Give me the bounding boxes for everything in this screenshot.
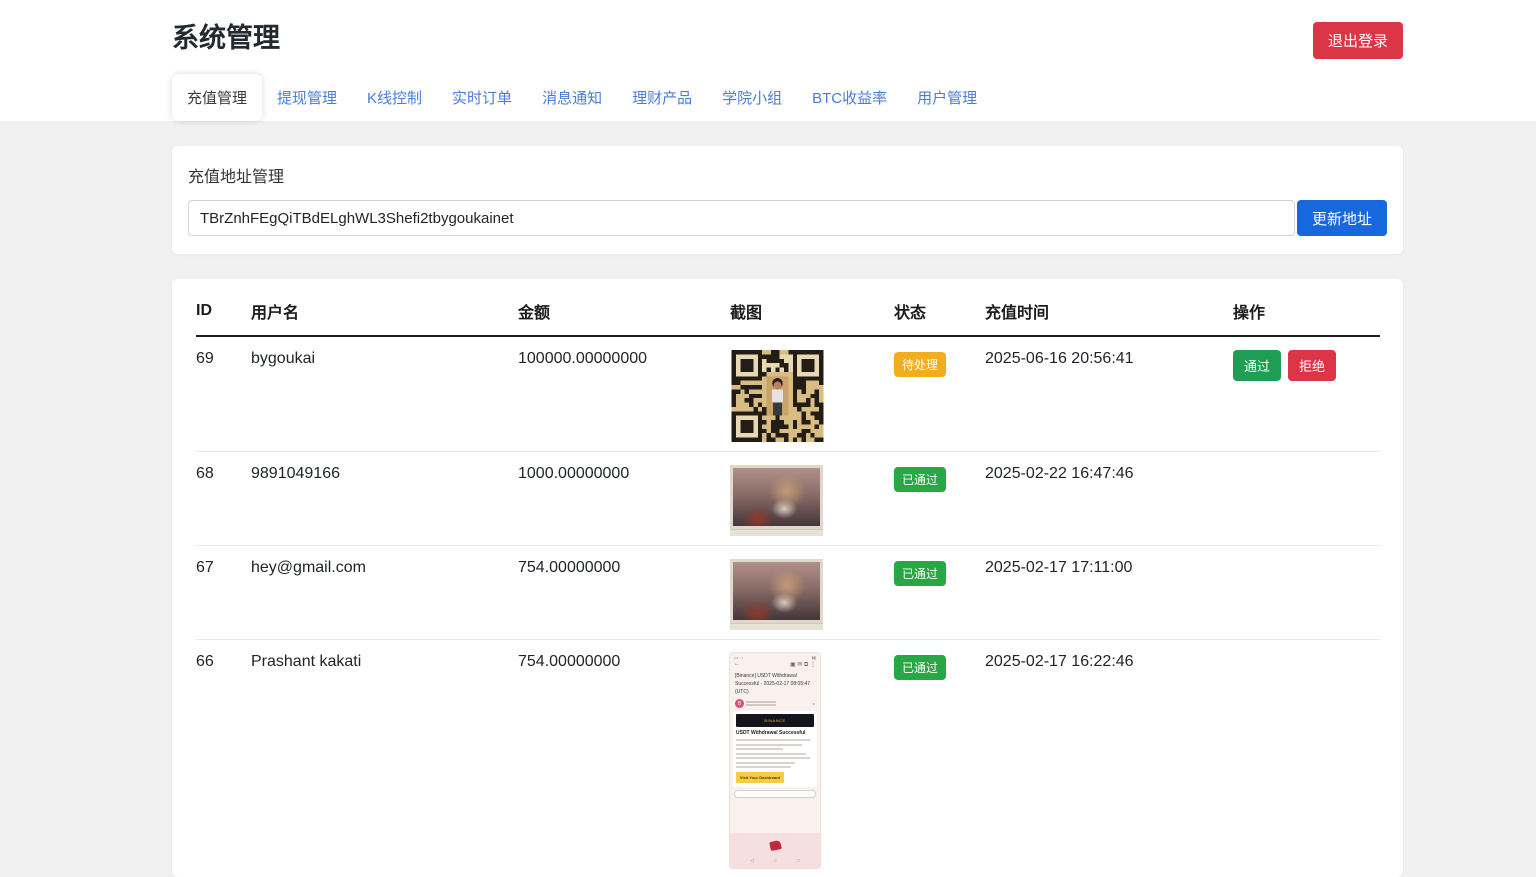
cell-screenshot	[730, 452, 894, 546]
email-subject: [Binance] USDT Withdrawal Successful - 2…	[730, 671, 820, 697]
cell-amount: 1000.00000000	[518, 452, 730, 546]
table-row: 67hey@gmail.com754.00000000 已通过 2025-02-17…	[196, 546, 1380, 640]
tab-3[interactable]: 实时订单	[437, 74, 527, 121]
col-username: 用户名	[251, 281, 518, 336]
email-body: BINANCE USDT Withdrawal Successful Visit…	[733, 711, 817, 787]
email-sender-row: B ▸	[730, 697, 820, 711]
table-row: 66Prashant kakati754.00000000 ••• ◦ •▮▮ …	[196, 640, 1380, 877]
deposit-address-card: 充值地址管理 更新地址	[172, 146, 1403, 254]
table-row: 6898910491661000.00000000 已通过 2025-02-22 1…	[196, 452, 1380, 546]
status-badge: 已通过	[894, 467, 946, 492]
cell-status: 已通过	[894, 452, 985, 546]
cell-actions	[1233, 546, 1380, 640]
cell-screenshot	[730, 336, 894, 452]
photo-screenshot[interactable]	[730, 559, 823, 630]
cell-id: 66	[196, 640, 251, 877]
cell-screenshot	[730, 546, 894, 640]
email-heading: USDT Withdrawal Successful	[736, 730, 814, 736]
photo-screenshot[interactable]	[730, 465, 823, 536]
page-header: 系统管理 退出登录 充值管理提现管理K线控制实时订单消息通知理财产品学院小组BT…	[0, 0, 1536, 121]
cell-amount: 754.00000000	[518, 640, 730, 877]
sender-avatar: B	[735, 699, 744, 708]
cell-username: bygoukai	[251, 336, 518, 452]
col-status: 状态	[894, 281, 985, 336]
table-row: 69bygoukai100000.00000000 待处理 2025-06-16 2…	[196, 336, 1380, 452]
cell-id: 69	[196, 336, 251, 452]
update-address-button[interactable]: 更新地址	[1297, 200, 1387, 236]
cell-time: 2025-02-17 16:22:46	[985, 640, 1233, 877]
cell-amount: 100000.00000000	[518, 336, 730, 452]
tab-8[interactable]: 用户管理	[902, 74, 992, 121]
cell-id: 67	[196, 546, 251, 640]
col-id: ID	[196, 281, 251, 336]
qr-code-screenshot[interactable]	[730, 350, 825, 442]
cell-time: 2025-02-22 16:47:46	[985, 452, 1233, 546]
logout-button[interactable]: 退出登录	[1313, 22, 1403, 59]
cell-time: 2025-02-17 17:11:00	[985, 546, 1233, 640]
tab-0[interactable]: 充值管理	[172, 74, 262, 121]
thumbs-up-icon	[769, 840, 782, 851]
android-nav-bar: ◁○□	[730, 855, 820, 865]
main-content: 充值地址管理 更新地址 ID用户名金额截图状态充值时间操作 69bygoukai…	[172, 146, 1403, 877]
back-icon: ←	[734, 661, 740, 669]
cell-screenshot: ••• ◦ •▮▮ ←▣ ✉ ⧉ ⋮ [Binance] USDT Withdr…	[730, 640, 894, 877]
col-amount: 金额	[518, 281, 730, 336]
phone-status-bar: ••• ◦ •▮▮	[730, 653, 820, 660]
cell-actions	[1233, 452, 1380, 546]
tab-bar: 充值管理提现管理K线控制实时订单消息通知理财产品学院小组BTC收益率用户管理	[172, 74, 992, 121]
tab-2[interactable]: K线控制	[352, 74, 437, 121]
cell-id: 68	[196, 452, 251, 546]
col-screenshot: 截图	[730, 281, 894, 336]
address-card-title: 充值地址管理	[188, 163, 1387, 187]
cell-status: 已通过	[894, 546, 985, 640]
cell-status: 已通过	[894, 640, 985, 877]
tab-1[interactable]: 提现管理	[262, 74, 352, 121]
table-header-row: ID用户名金额截图状态充值时间操作	[196, 281, 1380, 336]
tab-5[interactable]: 理财产品	[617, 74, 707, 121]
cell-actions	[1233, 640, 1380, 877]
approve-button[interactable]: 通过	[1233, 350, 1281, 381]
tab-4[interactable]: 消息通知	[527, 74, 617, 121]
status-badge: 待处理	[894, 352, 946, 377]
tab-6[interactable]: 学院小组	[707, 74, 797, 121]
cell-amount: 754.00000000	[518, 546, 730, 640]
status-badge: 已通过	[894, 655, 946, 680]
dashboard-button: Visit Your Dashboard	[736, 772, 784, 783]
tab-7[interactable]: BTC收益率	[797, 74, 902, 121]
phone-screenshot[interactable]: ••• ◦ •▮▮ ←▣ ✉ ⧉ ⋮ [Binance] USDT Withdr…	[730, 653, 820, 868]
cell-username: hey@gmail.com	[251, 546, 518, 640]
phone-footer: ◁○□	[730, 833, 820, 868]
cell-username: Prashant kakati	[251, 640, 518, 877]
cell-actions: 通过拒绝	[1233, 336, 1380, 452]
deposit-address-input[interactable]	[188, 200, 1295, 236]
reject-button[interactable]: 拒绝	[1288, 350, 1336, 381]
status-badge: 已通过	[894, 561, 946, 586]
col-time: 充值时间	[985, 281, 1233, 336]
cell-username: 9891049166	[251, 452, 518, 546]
phone-toolbar: ←▣ ✉ ⧉ ⋮	[730, 660, 820, 671]
page-title: 系统管理	[172, 16, 280, 55]
reply-field	[734, 790, 816, 798]
deposit-records-card: ID用户名金额截图状态充值时间操作 69bygoukai100000.00000…	[172, 279, 1403, 877]
deposit-table: ID用户名金额截图状态充值时间操作 69bygoukai100000.00000…	[196, 281, 1380, 877]
binance-banner: BINANCE	[736, 714, 814, 727]
cell-status: 待处理	[894, 336, 985, 452]
cell-time: 2025-06-16 20:56:41	[985, 336, 1233, 452]
col-actions: 操作	[1233, 281, 1380, 336]
